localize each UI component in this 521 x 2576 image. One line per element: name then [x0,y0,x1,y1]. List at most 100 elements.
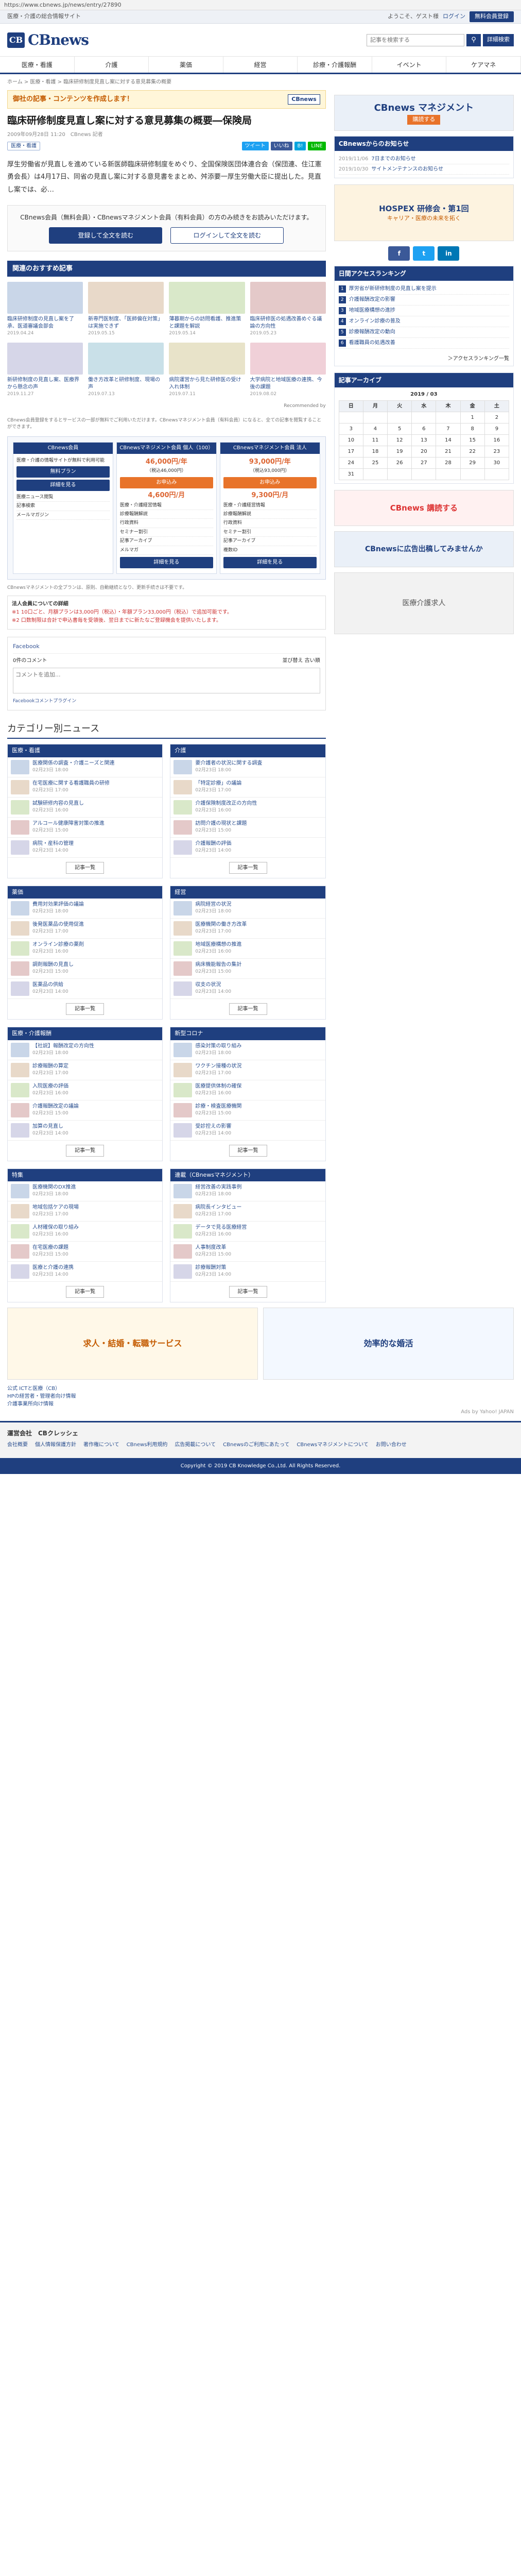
recommend-item[interactable]: 新専門医制度、「医師偏在対策」は実施できず 2019.05.15 [88,282,164,337]
login-read-button[interactable]: ログインして全文を読む [170,227,284,244]
ranking-item[interactable]: 6 看護職員の処遇改善 [338,338,509,349]
category-more-button[interactable]: 記事一覧 [229,1144,267,1157]
recommend-item[interactable]: 臨床研修制度の見直し案を了承、医道審議会部会 2019.04.24 [7,282,83,337]
category-item[interactable]: 感染対策の取り組み 02月23日 18:00 [170,1040,325,1060]
category-item[interactable]: 病床機能報告の集計 02月23日 15:00 [170,959,325,979]
search-input[interactable] [367,33,464,46]
category-item[interactable]: 医薬品の供給 02月23日 14:00 [8,979,163,999]
category-item[interactable]: 訪問介護の現状と課題 02月23日 15:00 [170,818,325,838]
category-item[interactable]: 介護報酬の評価 02月23日 14:00 [170,838,325,858]
ranking-item[interactable]: 5 診療報酬改定の動向 [338,327,509,338]
article-tag[interactable]: 医療・看護 [7,141,40,150]
calendar-day[interactable]: 18 [362,446,388,457]
comment-sort[interactable]: 並び替え 古い順 [283,657,320,665]
calendar-day[interactable]: 11 [362,434,388,446]
category-item[interactable]: 収支の状況 02月23日 14:00 [170,979,325,999]
browser-url-bar[interactable]: https://www.cbnews.jp/news/entry/27890 [0,0,521,10]
calendar-day[interactable]: 9 [484,423,510,435]
sidebar-ad-mid[interactable]: HOSPEX 研修会・第1回 キャリア・医療の未来を拓く [334,184,514,241]
sidebar-ad-low-2[interactable]: CBnewsに広告出稿してみませんか [334,531,514,567]
ranking-item[interactable]: 2 介護報酬改定の影響 [338,295,509,306]
footer-link[interactable]: 会社概要 [7,1441,28,1449]
ranking-item[interactable]: 4 オンライン診療の普及 [338,316,509,327]
twitter-share-button[interactable]: ツイート [241,141,269,150]
category-item[interactable]: 介護報酬改定の議論 02月23日 15:00 [8,1100,163,1121]
calendar-day[interactable]: 20 [411,446,437,457]
category-item[interactable]: 入院医療の評価 02月23日 16:00 [8,1080,163,1100]
facebook-icon[interactable]: f [388,246,410,261]
calendar-day[interactable]: 21 [436,446,461,457]
sidebar-ad-top[interactable]: CBnews マネジメント 購読する [334,95,514,131]
calendar-day[interactable]: 15 [460,434,485,446]
free-plan-button[interactable]: 無料プラン [16,466,110,478]
category-item[interactable]: 医療と介護の連携 02月23日 14:00 [8,1262,163,1282]
sidebar-ad-low-3[interactable]: 医療介護求人 [334,572,514,634]
search-icon[interactable]: ⚲ [466,33,481,46]
footer-link[interactable]: お問い合わせ [376,1441,407,1449]
footer-link[interactable]: CBnews利用規約 [127,1441,168,1449]
category-item[interactable]: オンライン診療の薬剤 02月23日 16:00 [8,939,163,959]
category-more-button[interactable]: 記事一覧 [66,1003,105,1015]
nav-item[interactable]: 診療・介護報酬 [298,57,372,73]
category-more-button[interactable]: 記事一覧 [229,861,267,874]
calendar-day[interactable]: 5 [387,423,412,435]
recommend-item[interactable]: 病院運営から見た研修医の受け入れ体制 2019.07.11 [169,342,245,398]
ranking-item[interactable]: 3 地域医療構想の進捗 [338,306,509,316]
calendar-day[interactable]: 26 [387,457,412,469]
calendar-day[interactable]: 13 [411,434,437,446]
category-item[interactable]: 在宅医療の課題 02月23日 15:00 [8,1242,163,1262]
line-share-button[interactable]: LINE [308,141,326,150]
calendar-day[interactable]: 22 [460,446,485,457]
calendar-day[interactable]: 31 [338,468,363,480]
register-button[interactable]: 無料会員登録 [470,11,514,22]
promo-banner[interactable]: 御社の記事・コンテンツを作成します！ CBnews [7,90,326,109]
category-item[interactable]: 「特定診療」の議論 02月23日 17:00 [170,777,325,798]
calendar-day[interactable]: 3 [338,423,363,435]
notice-item[interactable]: 2019/10/30 サイトメンテナンスのお知らせ [338,164,509,175]
free-plan-detail-button[interactable]: 詳細を見る [16,480,110,492]
category-item[interactable]: 受診控えの影響 02月23日 14:00 [170,1121,325,1141]
category-more-button[interactable]: 記事一覧 [66,1286,105,1298]
category-item[interactable]: 医療機関のDX推進 02月23日 18:00 [8,1181,163,1202]
category-item[interactable]: 病院経営の状況 02月23日 18:00 [170,899,325,919]
category-item[interactable]: 人材確保の取り組み 02月23日 16:00 [8,1222,163,1242]
category-item[interactable]: 調剤報酬の見直し 02月23日 15:00 [8,959,163,979]
bottom-link-3[interactable]: 介護事業所向け情報 [7,1400,514,1408]
category-item[interactable]: 医療提供体制の確保 02月23日 16:00 [170,1080,325,1100]
nav-item[interactable]: 薬価 [149,57,223,73]
category-more-button[interactable]: 記事一覧 [66,861,105,874]
nav-item[interactable]: イベント [372,57,447,73]
category-more-button[interactable]: 記事一覧 [66,1144,105,1157]
ranking-more-link[interactable]: ＞アクセスランキング一覧 [335,352,513,366]
category-item[interactable]: 診療報酬対策 02月23日 14:00 [170,1262,325,1282]
recommend-item[interactable]: 新研修制度の見直し案、医療界から懸念の声 2019.11.27 [7,342,83,398]
calendar-day[interactable]: 25 [362,457,388,469]
calendar-day[interactable]: 17 [338,446,363,457]
category-item[interactable]: 診療・検査医療機関 02月23日 15:00 [170,1100,325,1121]
calendar-day[interactable]: 12 [387,434,412,446]
calendar-day[interactable]: 6 [411,423,437,435]
category-item[interactable]: 介護保険制度改正の方向性 02月23日 16:00 [170,798,325,818]
paid-plan-detail-button[interactable]: 詳細を見る [119,556,213,568]
category-more-button[interactable]: 記事一覧 [229,1003,267,1015]
calendar-day[interactable]: 7 [436,423,461,435]
calendar-day[interactable]: 23 [484,446,510,457]
category-item[interactable]: 診療報酬の算定 02月23日 17:00 [8,1060,163,1080]
nav-item[interactable]: ケアマネ [446,57,521,73]
bottom-link-1[interactable]: 公式 ICTと医療（CB） [7,1385,514,1393]
category-item[interactable]: 加算の見直し 02月23日 14:00 [8,1121,163,1141]
nav-item[interactable]: 経営 [223,57,298,73]
calendar-day[interactable]: 1 [460,412,485,423]
category-item[interactable]: 医療機関の働き方改革 02月23日 17:00 [170,919,325,939]
login-link[interactable]: ログイン [443,12,465,21]
footer-link[interactable]: CBnewsのご利用にあたって [223,1441,289,1449]
recommend-item[interactable]: 働き方改革と研修制度、現場の声 2019.07.13 [88,342,164,398]
hatena-share-button[interactable]: B! [294,141,306,150]
category-item[interactable]: 後発医薬品の使用促進 02月23日 17:00 [8,919,163,939]
advanced-search-button[interactable]: 詳細検索 [483,33,514,46]
recommend-item[interactable]: 薄暮期からの訪問看護、推進策と課題を解説 2019.05.14 [169,282,245,337]
recommend-item[interactable]: 大学病院と地域医療の連携、今後の課題 2019.08.02 [250,342,326,398]
bottom-ad-1[interactable]: 求人・結婚・転職サービス [7,1308,258,1380]
calendar-day[interactable]: 4 [362,423,388,435]
calendar-day[interactable]: 19 [387,446,412,457]
